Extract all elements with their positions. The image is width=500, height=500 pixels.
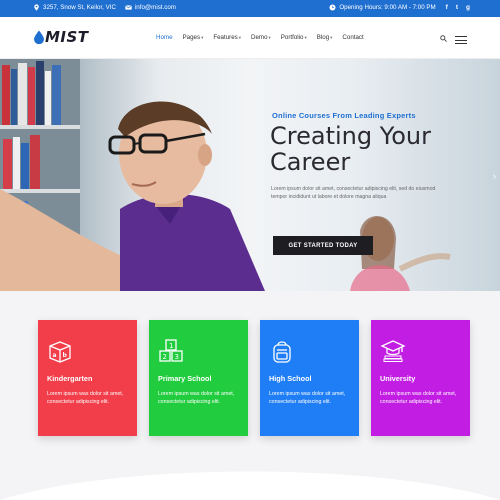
chevron-down-icon: ▾ xyxy=(238,34,242,40)
abc-blocks-icon: a b xyxy=(49,341,71,363)
svg-text:b: b xyxy=(63,352,68,359)
graduation-cap-icon xyxy=(380,340,406,362)
logo-text: MIST xyxy=(45,28,89,46)
backpack-icon xyxy=(273,341,291,363)
hamburger-menu-icon[interactable] xyxy=(455,36,467,47)
get-started-button[interactable]: GET STARTED TODAY xyxy=(273,236,373,255)
nav-item-pages[interactable]: Pages ▾ xyxy=(183,34,204,41)
main-navbar: MIST Home Pages ▾ Features ▾ Demo ▾ Portfol… xyxy=(0,17,500,59)
svg-text:2: 2 xyxy=(163,353,167,361)
section-divider-wave xyxy=(0,471,500,500)
card-title: Kindergarten xyxy=(47,374,93,383)
card-high-school[interactable]: High School Lorem ipsum was dolor sit am… xyxy=(260,320,359,436)
envelope-icon xyxy=(125,5,132,10)
clock-icon xyxy=(329,4,336,11)
hero-description: Lorem ipsum dolor sit amet, consectetur … xyxy=(271,186,436,200)
chevron-right-icon[interactable]: › xyxy=(493,171,496,181)
address-item: 3257, Snow St, Keilor, VIC xyxy=(33,4,116,11)
card-primary-school[interactable]: 1 2 3 Primary School Lorem ipsum was dol… xyxy=(149,320,248,436)
water-drop-logo-icon xyxy=(34,30,44,44)
nav-item-features[interactable]: Features ▾ xyxy=(213,34,241,41)
svg-text:a: a xyxy=(53,352,57,359)
logo[interactable]: MIST xyxy=(33,28,89,46)
hero-title: Creating Your Career xyxy=(270,123,470,175)
hero-title-line1: Creating Your xyxy=(270,122,431,150)
nav-item-demo[interactable]: Demo ▾ xyxy=(251,34,271,41)
card-text: Lorem ipsum was dolor sit amet, consecte… xyxy=(47,391,124,406)
card-kindergarten[interactable]: a b Kindergarten Lorem ipsum was dolor s… xyxy=(38,320,137,436)
card-text: Lorem ipsum was dolor sit amet, consecte… xyxy=(158,391,235,406)
chevron-down-icon: ▾ xyxy=(201,34,204,40)
top-info-bar: 3257, Snow St, Keilor, VIC info@mist.com… xyxy=(0,0,500,17)
hero-title-line2: Career xyxy=(270,148,351,176)
nav-item-portfolio[interactable]: Portfolio ▾ xyxy=(281,34,307,41)
facebook-icon[interactable]: f xyxy=(446,4,448,11)
hero-subtitle: Online Courses From Leading Experts xyxy=(272,111,416,120)
email-text[interactable]: info@mist.com xyxy=(135,4,176,11)
location-pin-icon xyxy=(34,4,39,11)
card-university[interactable]: University Lorem ipsum was dolor sit ame… xyxy=(371,320,470,436)
number-blocks-icon: 1 2 3 xyxy=(159,339,183,362)
card-title: Primary School xyxy=(158,374,212,383)
nav-item-home[interactable]: Home xyxy=(156,34,173,41)
search-icon[interactable] xyxy=(440,35,447,42)
primary-nav: Home Pages ▾ Features ▾ Demo ▾ Portfolio ▾ B… xyxy=(156,34,364,41)
address-text: 3257, Snow St, Keilor, VIC xyxy=(43,4,116,11)
card-title: University xyxy=(380,374,416,383)
school-level-cards: a b Kindergarten Lorem ipsum was dolor s… xyxy=(38,320,470,436)
hero-banner: Online Courses From Leading Experts Crea… xyxy=(0,59,500,291)
card-title: High School xyxy=(269,374,312,383)
email-item[interactable]: info@mist.com xyxy=(125,4,176,11)
svg-text:3: 3 xyxy=(175,353,179,361)
chevron-down-icon: ▾ xyxy=(330,34,333,40)
chevron-down-icon: ▾ xyxy=(304,34,307,40)
svg-text:1: 1 xyxy=(169,342,173,350)
student-photo xyxy=(0,101,265,291)
card-text: Lorem ipsum was dolor sit amet, consecte… xyxy=(269,391,346,406)
chevron-down-icon: ▾ xyxy=(268,34,271,40)
twitter-icon[interactable]: t xyxy=(456,4,458,11)
nav-item-blog[interactable]: Blog ▾ xyxy=(317,34,333,41)
hours-text: Opening Hours: 9:00 AM - 7:00 PM xyxy=(339,4,436,11)
card-text: Lorem ipsum was dolor sit amet, consecte… xyxy=(380,391,457,406)
google-icon[interactable]: g xyxy=(466,4,470,11)
hours-item: Opening Hours: 9:00 AM - 7:00 PM xyxy=(329,4,436,11)
nav-item-contact[interactable]: Contact xyxy=(342,34,363,41)
